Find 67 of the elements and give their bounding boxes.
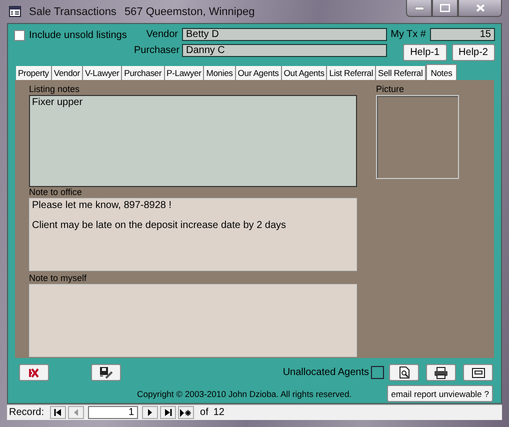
first-record-button[interactable] [50,406,66,419]
minimize-icon [414,6,424,10]
my-note-field[interactable] [29,284,357,357]
record-number-field[interactable]: 1 [88,406,138,419]
last-icon [164,409,172,416]
copyright-text: Copyright © 2003-2010 John Dzioba. All rights reserved. [137,388,352,398]
help-button[interactable]: Help-1 [403,44,447,61]
my-note-label: Note to myself [29,273,88,284]
new-record-icon [180,408,192,416]
unallocated-agents-label: Unallocated Agents [282,367,369,378]
tab[interactable]: Monies [204,66,236,80]
purchaser-field[interactable]: Danny C [182,44,387,57]
checkbox-label: Include unsold listings [29,30,127,41]
help-button[interactable]: Help-2 [452,44,495,61]
new-record-button[interactable] [178,406,194,419]
tab[interactable]: Sell Referral [376,66,426,80]
tab[interactable]: V-Lawyer [82,66,122,80]
print-button[interactable] [426,364,456,381]
memo-text: Client may be late on the deposit increase date by 2 days [32,220,288,231]
window-subtitle: 567 Queemston, Winnipeg [124,6,255,18]
tab[interactable]: Our Agents [236,66,282,80]
listing-notes-field[interactable]: Fixer upper [29,95,357,187]
email-report-button[interactable]: email report unviewable ? [387,385,493,402]
tab[interactable]: List Referral [327,66,376,80]
tab[interactable]: Notes [426,64,458,80]
tx-number-label: My Tx # [390,29,426,40]
vendor-label: Vendor [145,29,178,40]
tab[interactable]: Vendor [52,66,83,80]
disk-pencil-icon [99,366,113,378]
purchaser-label: Purchaser [134,45,178,56]
cross-icon [28,368,40,378]
record-label: Record: [9,407,44,418]
listing-notes-label: Listing notes [29,84,81,95]
tab[interactable]: P-Lawyer [164,66,204,80]
email-button[interactable] [463,364,493,381]
close-button[interactable] [458,0,502,17]
maximize-icon [440,4,450,12]
memo-text: Please let me know, 897-8928 ! [32,200,173,211]
previous-icon [73,409,80,416]
next-icon [147,409,154,416]
window-title: Sale Transactions [29,6,116,18]
memo-text: Fixer upper [32,97,84,108]
vendor-field[interactable]: Betty D [182,28,387,41]
next-record-button[interactable] [142,406,158,419]
checkbox[interactable] [371,366,384,379]
tab[interactable]: Property [16,66,52,80]
office-note-field[interactable]: Please let me know, 897-8928 ! Client may be late on the deposit increase date by 2 days [29,198,357,271]
record-of-label: of [200,407,208,418]
preview-button[interactable] [389,364,419,381]
save-edit-button[interactable] [91,364,121,381]
close-icon [476,4,484,12]
tab[interactable]: Purchaser [122,66,165,80]
tab[interactable]: Out Agents [282,66,328,80]
envelope-icon [472,368,484,378]
form-icon [9,6,21,17]
office-note-label: Note to office [29,187,83,198]
picture-label: Picture [376,84,406,95]
tx-number-field[interactable]: 15 [430,28,495,41]
record-total: 12 [213,407,224,418]
delete-button[interactable] [19,364,49,381]
magnifier-page-icon [398,366,410,379]
printer-icon [434,366,448,378]
minimize-button[interactable] [406,0,432,17]
checkbox[interactable] [14,30,25,41]
maximize-button[interactable] [432,0,458,17]
first-icon [54,409,62,416]
last-record-button[interactable] [160,406,176,419]
